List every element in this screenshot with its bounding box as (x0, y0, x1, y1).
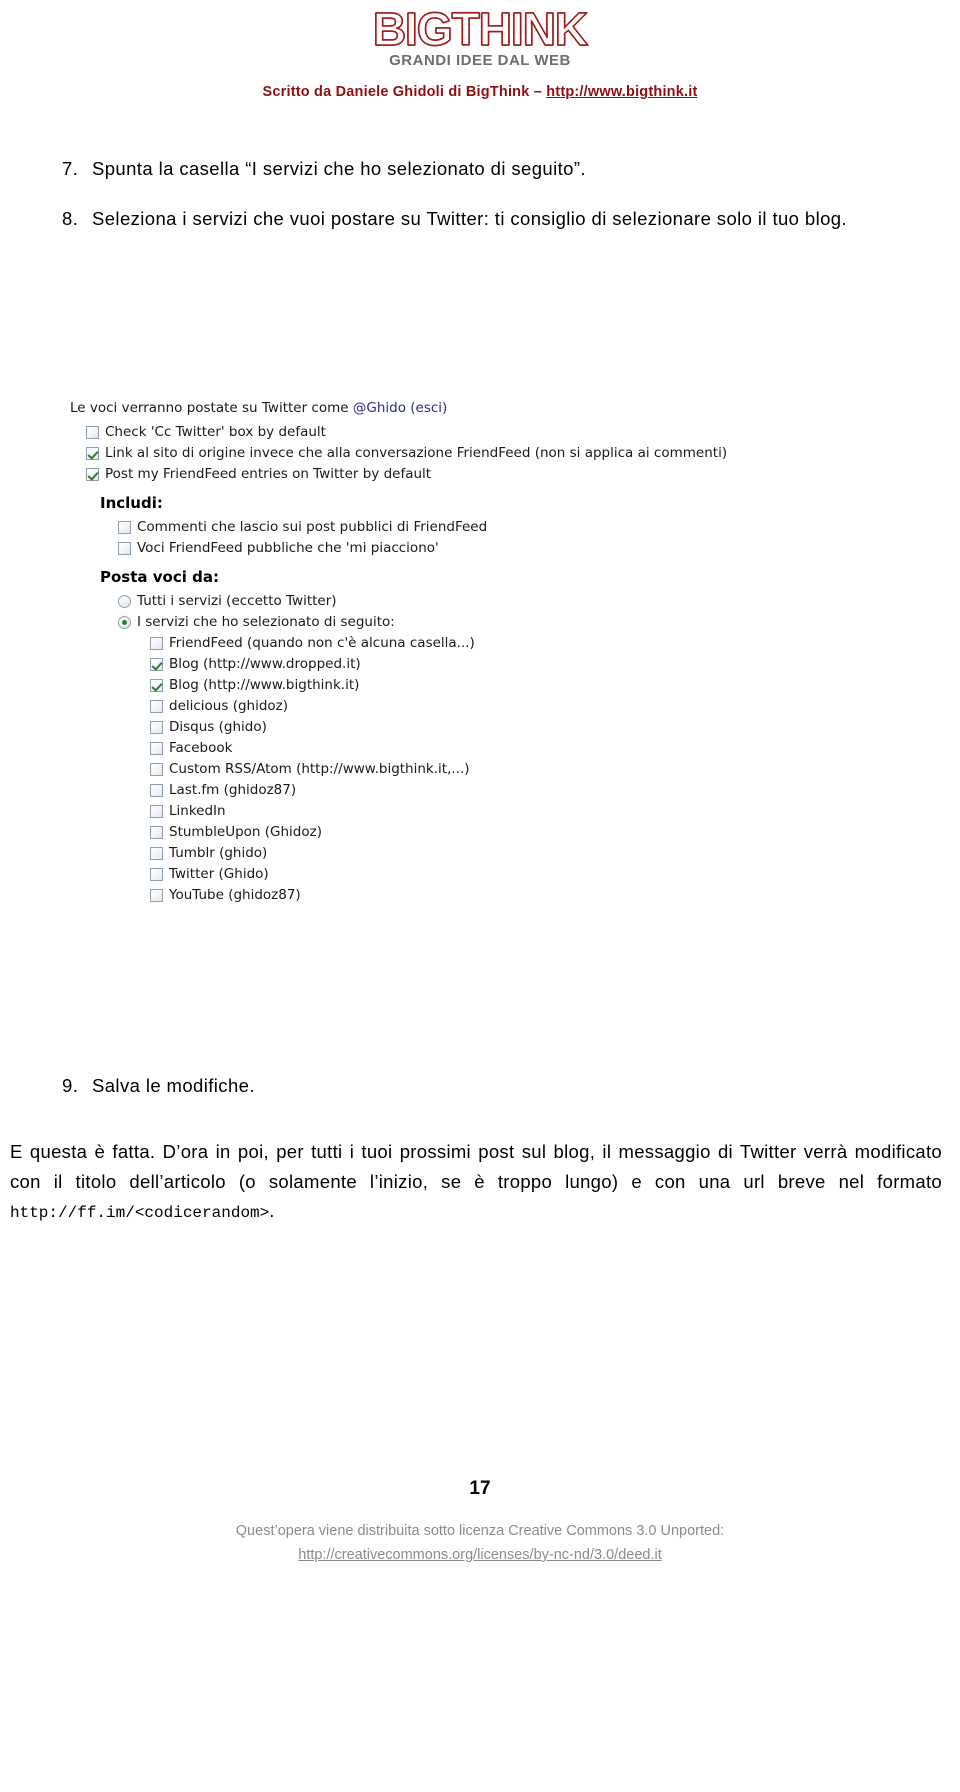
step-number: 9. (62, 1075, 79, 1096)
service-label: Facebook (169, 740, 233, 757)
byline-link[interactable]: http://www.bigthink.it (546, 84, 697, 100)
twitter-handle-link[interactable]: @Ghido (353, 400, 406, 416)
service-row[interactable]: Disqus (ghido) (150, 717, 860, 738)
service-label: StumbleUpon (Ghidoz) (169, 824, 322, 841)
step-text: Salva le modifiche. (92, 1075, 255, 1096)
step-text: Seleziona i servizi che vuoi postare su … (92, 207, 848, 229)
checkbox-icon[interactable] (118, 521, 131, 535)
checkbox-icon[interactable] (150, 826, 163, 840)
checkbox-icon[interactable] (150, 868, 163, 882)
service-row[interactable]: Blog (http://www.dropped.it) (150, 654, 860, 675)
checkbox-icon[interactable] (86, 425, 99, 439)
service-row[interactable]: LinkedIn (150, 801, 860, 822)
logo-tagline: GRANDI IDEE DAL WEB (389, 52, 571, 69)
posta-voci-heading: Posta voci da: (100, 568, 219, 587)
service-label: Blog (http://www.dropped.it) (169, 656, 361, 673)
checkbox-label: Voci FriendFeed pubbliche che 'mi piacci… (137, 540, 439, 557)
bigthink-logo: BIGTHINK GRANDI IDEE DAL WEB (372, 3, 589, 69)
logo-wordmark: BIGTHINK (372, 3, 589, 55)
closing-paragraph: E questa è fatta. D’ora in poi, per tutt… (10, 1137, 942, 1227)
service-row[interactable]: delicious (ghidoz) (150, 696, 860, 717)
checkbox-icon[interactable] (150, 637, 163, 651)
services-list: FriendFeed (quando non c'è alcuna casell… (102, 633, 860, 906)
service-row[interactable]: Twitter (Ghido) (150, 864, 860, 885)
step-item: 9. Salva le modifiche. (62, 1075, 942, 1097)
checkbox-row[interactable]: Check 'Cc Twitter' box by default (86, 422, 860, 443)
posting-account-line: Le voci verranno postate su Twitter come… (70, 398, 860, 419)
closing-period: . (269, 1200, 275, 1222)
service-label: YouTube (ghidoz87) (169, 887, 301, 904)
checkbox-checked-icon[interactable] (150, 679, 163, 693)
service-label: Blog (http://www.bigthink.it) (169, 677, 360, 694)
page-number: 17 (469, 1478, 491, 1499)
author-byline: Scritto da Daniele Ghidoli di BigThink –… (0, 84, 960, 100)
radio-selected-icon[interactable] (118, 616, 131, 630)
friendfeed-twitter-settings-screenshot: Le voci verranno postate su Twitter come… (70, 398, 860, 906)
steps-list: 7. Spunta la casella “I servizi che ho s… (62, 155, 920, 255)
includi-heading: Includi: (100, 493, 163, 512)
service-label: Disqus (ghido) (169, 719, 267, 736)
checkbox-icon[interactable] (118, 542, 131, 556)
step-item: 7. Spunta la casella “I servizi che ho s… (62, 155, 920, 183)
checkbox-icon[interactable] (150, 847, 163, 861)
service-row[interactable]: Tumblr (ghido) (150, 843, 860, 864)
checkbox-checked-icon[interactable] (150, 658, 163, 672)
checkbox-icon[interactable] (150, 742, 163, 756)
license-text: Quest’opera viene distribuita sotto lice… (235, 1523, 725, 1539)
checkbox-row[interactable]: Link al sito di origine invece che alla … (86, 443, 860, 464)
posting-account-text: Le voci verranno postate su Twitter come (70, 400, 353, 416)
radio-row[interactable]: I servizi che ho selezionato di seguito: (118, 612, 860, 633)
checkbox-row[interactable]: Post my FriendFeed entries on Twitter by… (86, 464, 860, 485)
service-row[interactable]: Blog (http://www.bigthink.it) (150, 675, 860, 696)
service-row[interactable]: Last.fm (ghidoz87) (150, 780, 860, 801)
service-row[interactable]: StumbleUpon (Ghidoz) (150, 822, 860, 843)
checkbox-label: Post my FriendFeed entries on Twitter by… (105, 465, 432, 482)
checkbox-checked-icon[interactable] (86, 467, 99, 481)
step-number: 8. (62, 207, 79, 229)
service-label: LinkedIn (169, 803, 226, 820)
short-url-format: http://ff.im/<codicerandom> (10, 1204, 270, 1223)
license-link[interactable]: http://creativecommons.org/licenses/by-n… (0, 1544, 960, 1568)
checkbox-icon[interactable] (150, 700, 163, 714)
service-label: delicious (ghidoz) (169, 698, 289, 715)
byline-text: Scritto da Daniele Ghidoli di BigThink – (262, 84, 547, 100)
checkbox-row[interactable]: Commenti che lascio sui post pubblici di… (118, 517, 860, 538)
page-header: BIGTHINK GRANDI IDEE DAL WEB Scritto da … (0, 0, 960, 100)
service-row[interactable]: Facebook (150, 738, 860, 759)
step-item: 8. Seleziona i servizi che vuoi postare … (62, 205, 920, 233)
service-label: Last.fm (ghidoz87) (169, 782, 297, 799)
checkbox-icon[interactable] (150, 784, 163, 798)
checkbox-icon[interactable] (150, 805, 163, 819)
logout-link[interactable]: (esci) (410, 400, 447, 416)
closing-text: E questa è fatta. D’ora in poi, per tutt… (10, 1141, 942, 1192)
checkbox-icon[interactable] (150, 763, 163, 777)
radio-row[interactable]: Tutti i servizi (eccetto Twitter) (118, 591, 860, 612)
checkbox-row[interactable]: Voci FriendFeed pubbliche che 'mi piacci… (118, 538, 860, 559)
step-number: 7. (62, 158, 79, 179)
checkbox-label: Check 'Cc Twitter' box by default (105, 423, 326, 440)
service-label: Twitter (Ghido) (169, 866, 269, 883)
service-row[interactable]: YouTube (ghidoz87) (150, 885, 860, 906)
service-label: Custom RSS/Atom (http://www.bigthink.it,… (169, 761, 470, 778)
checkbox-label: Link al sito di origine invece che alla … (105, 444, 728, 461)
checkbox-checked-icon[interactable] (86, 446, 99, 460)
radio-label: Tutti i servizi (eccetto Twitter) (137, 593, 337, 610)
checkbox-icon[interactable] (150, 721, 163, 735)
service-row[interactable]: FriendFeed (quando non c'è alcuna casell… (150, 633, 860, 654)
service-row[interactable]: Custom RSS/Atom (http://www.bigthink.it,… (150, 759, 860, 780)
checkbox-label: Commenti che lascio sui post pubblici di… (137, 519, 488, 536)
radio-icon[interactable] (118, 595, 131, 609)
lower-body: 9. Salva le modifiche. E questa è fatta.… (10, 1075, 942, 1227)
license-footer: Quest’opera viene distribuita sotto lice… (0, 1520, 960, 1568)
service-label: Tumblr (ghido) (169, 845, 268, 862)
checkbox-icon[interactable] (150, 889, 163, 903)
radio-label: I servizi che ho selezionato di seguito: (137, 614, 395, 631)
step-text: Spunta la casella “I servizi che ho sele… (92, 158, 586, 179)
service-label: FriendFeed (quando non c'è alcuna casell… (169, 635, 475, 652)
